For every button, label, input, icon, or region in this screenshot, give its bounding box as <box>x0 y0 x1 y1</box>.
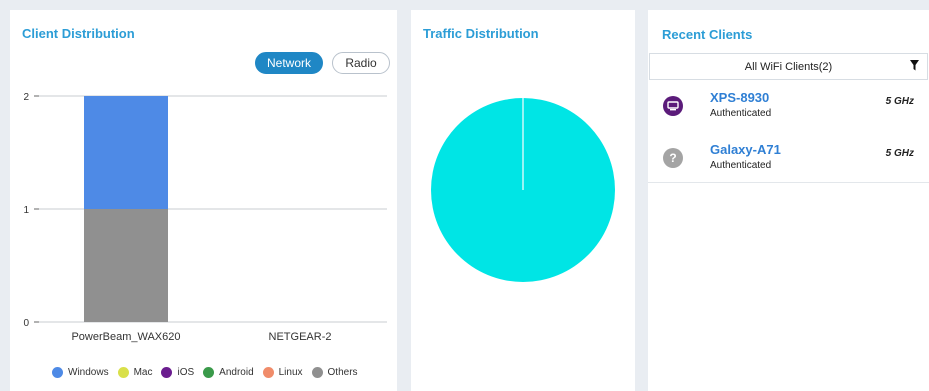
legend-item[interactable]: Android <box>203 367 254 378</box>
client-list-item[interactable]: ? Galaxy-A71 Authenticated 5 GHz <box>648 140 929 188</box>
client-status: Authenticated <box>710 108 772 119</box>
filter-icon[interactable] <box>910 60 919 74</box>
chart-legend: Windows Mac iOS Android Linux Others <box>52 367 367 378</box>
legend-item[interactable]: iOS <box>161 367 194 378</box>
legend-item[interactable]: Others <box>311 367 358 378</box>
list-divider <box>648 182 929 183</box>
legend-item[interactable]: Linux <box>262 367 303 378</box>
legend-dot-icon <box>52 367 63 378</box>
legend-dot-icon <box>203 367 215 378</box>
legend-dot-icon <box>117 367 129 378</box>
x-tick-label: PowerBeam_WAX620 <box>71 331 180 343</box>
client-distribution-chart: 0 1 2 PowerBeam_WAX620 NETGEAR-2 <box>23 92 387 343</box>
legend-label: Windows <box>68 367 109 378</box>
client-list-item[interactable]: XPS-8930 Authenticated 5 GHz <box>648 88 929 136</box>
client-status: Authenticated <box>710 160 772 171</box>
client-distribution-panel: Client Distribution Network Radio 0 1 2 Pow… <box>10 10 397 391</box>
y-tick-label: 1 <box>23 205 29 216</box>
legend-dot-icon <box>161 367 173 378</box>
client-filter-dropdown[interactable]: All WiFi Clients(2) <box>649 53 928 80</box>
legend-item[interactable]: Windows <box>52 367 109 378</box>
legend-label: Linux <box>278 367 303 378</box>
client-name-link[interactable]: Galaxy-A71 <box>710 142 781 157</box>
legend-label: Mac <box>133 367 153 378</box>
bar-segment-others <box>84 209 168 322</box>
client-name-link[interactable]: XPS-8930 <box>710 90 769 105</box>
unknown-device-icon: ? <box>663 148 683 168</box>
recent-clients-title: Recent Clients <box>662 27 753 42</box>
legend-label: Others <box>327 367 358 378</box>
legend-dot-icon <box>262 367 274 378</box>
recent-clients-panel: Recent Clients All WiFi Clients(2) XPS-8… <box>648 10 929 391</box>
traffic-distribution-chart <box>431 98 615 282</box>
legend-label: iOS <box>177 367 195 378</box>
filter-label: All WiFi Clients(2) <box>744 60 833 73</box>
legend-dot-icon <box>311 367 323 378</box>
legend-label: Android <box>219 367 254 378</box>
traffic-distribution-panel: Traffic Distribution <box>411 10 635 391</box>
client-band: 5 GHz <box>885 96 914 107</box>
y-tick-label: 0 <box>23 318 29 329</box>
bar-segment-windows <box>84 96 168 209</box>
computer-icon <box>663 96 683 116</box>
y-tick-label: 2 <box>23 92 29 103</box>
legend-item[interactable]: Mac <box>117 367 153 378</box>
x-tick-label: NETGEAR-2 <box>269 331 332 343</box>
client-band: 5 GHz <box>885 148 914 159</box>
